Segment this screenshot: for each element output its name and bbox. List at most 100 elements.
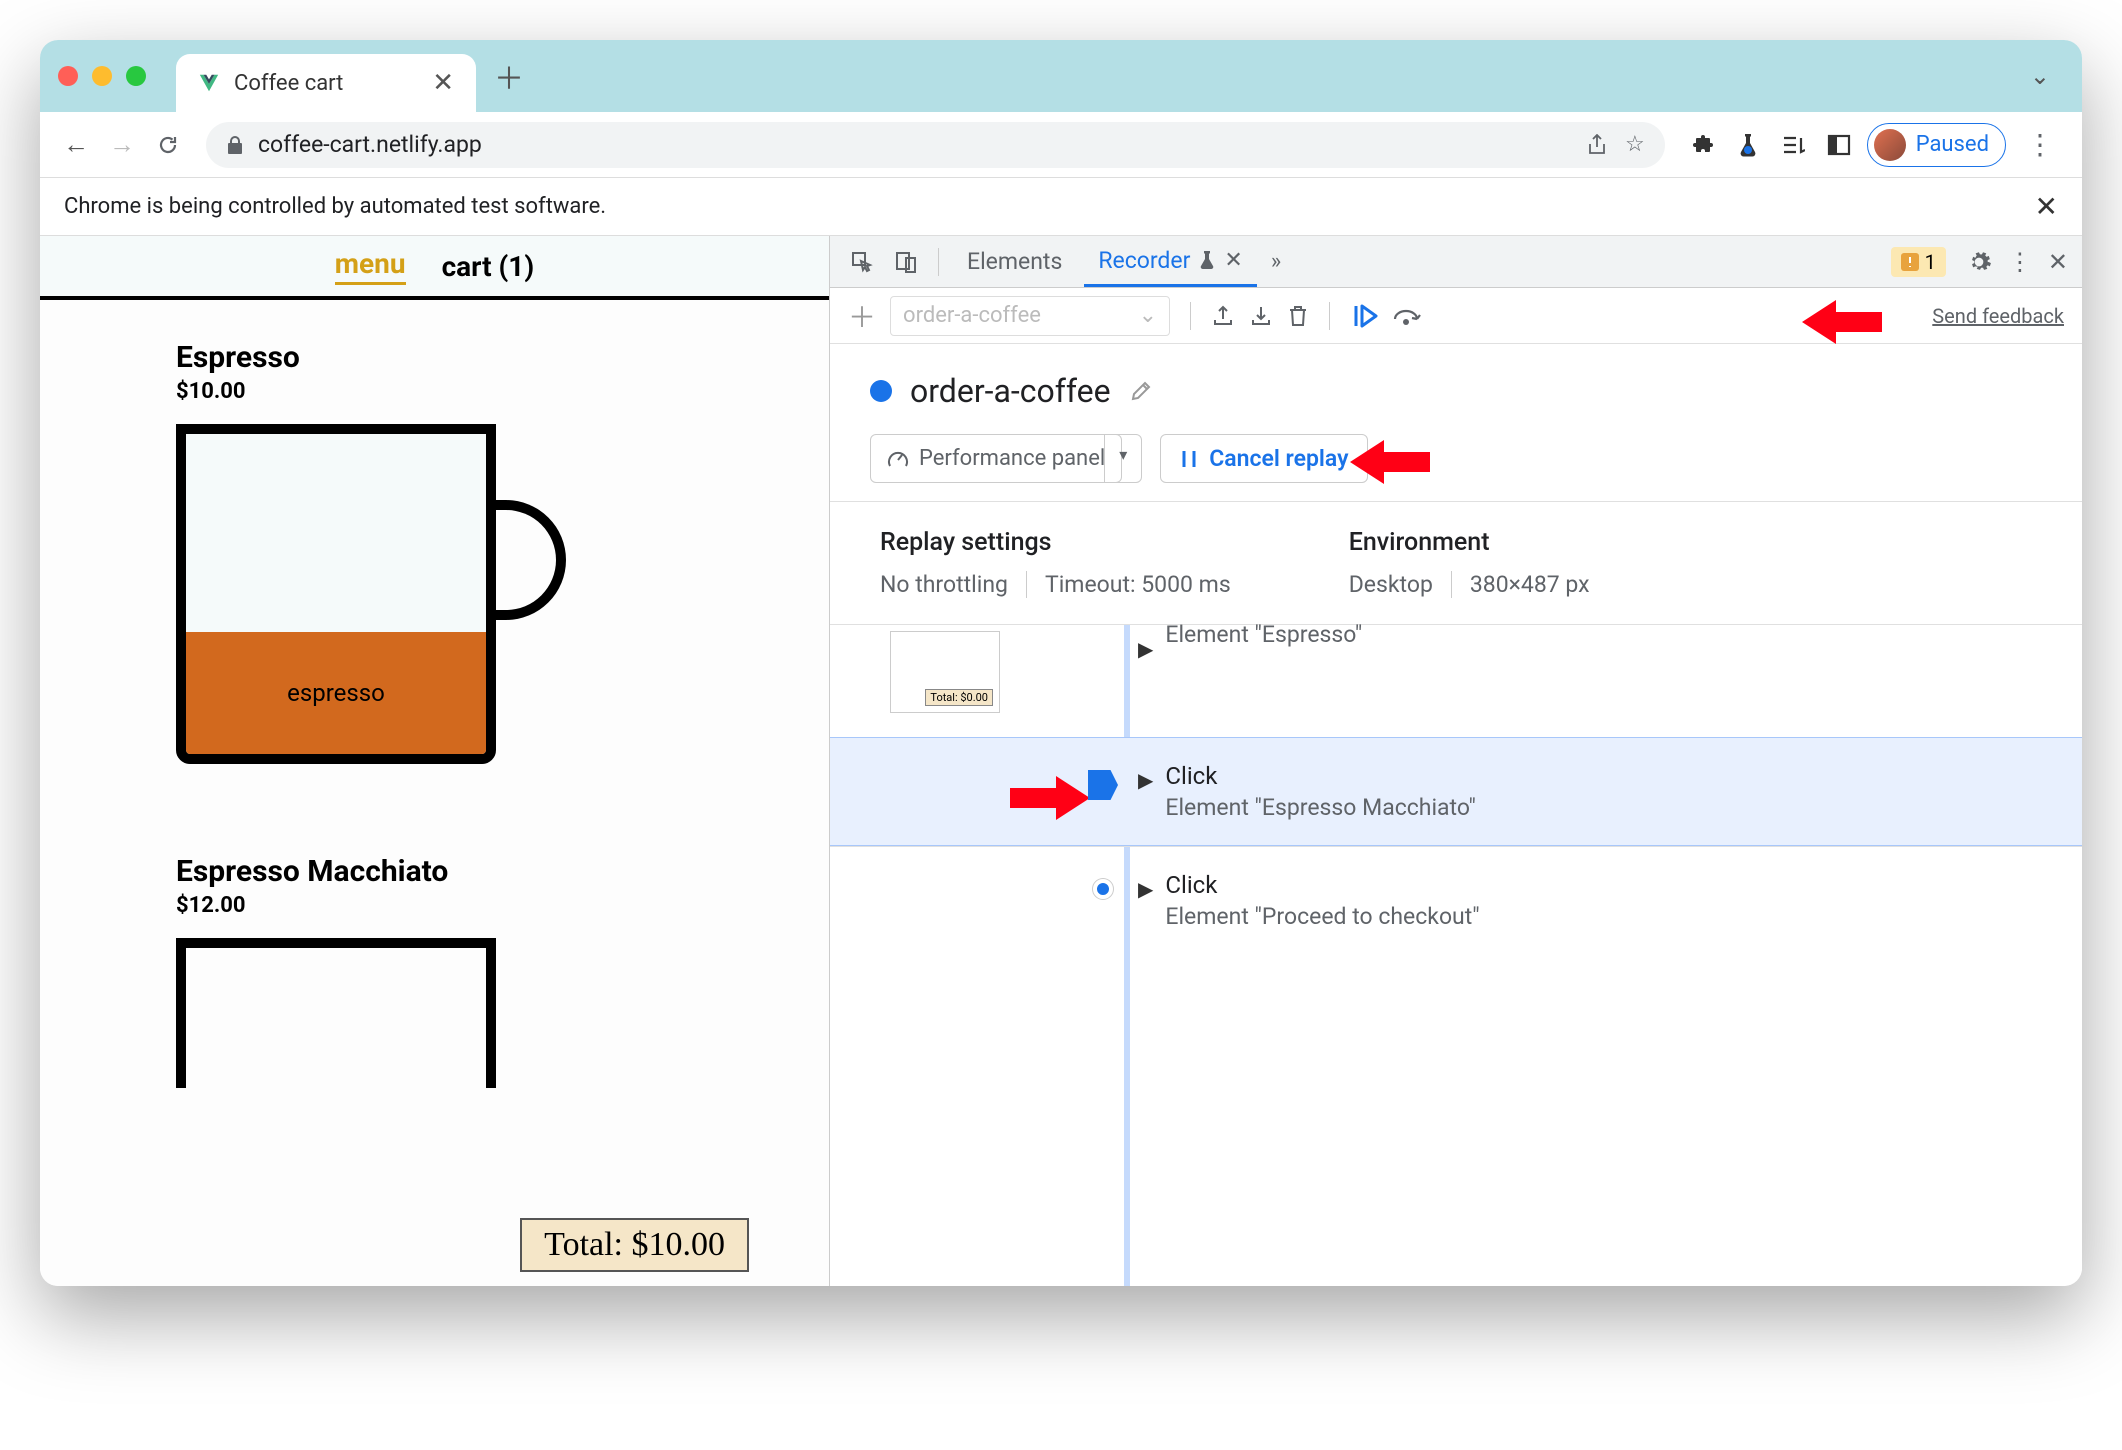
- gauge-icon: [887, 448, 909, 470]
- devtools-menu-icon[interactable]: ⋮: [2008, 248, 2032, 276]
- steps-list: Total: $0.00 ▶ Element "Espresso" ▶: [830, 624, 2082, 1286]
- forward-button[interactable]: →: [104, 127, 140, 163]
- cup-fill-label: espresso: [287, 679, 385, 707]
- annotation-arrow-icon: [1010, 770, 1090, 826]
- expand-icon[interactable]: ▶: [1138, 637, 1153, 661]
- settings-icon[interactable]: [1966, 249, 1992, 275]
- minimize-window-button[interactable]: [92, 66, 112, 86]
- tab-close-button[interactable]: ✕: [432, 68, 454, 98]
- reload-button[interactable]: [150, 127, 186, 163]
- maximize-window-button[interactable]: [126, 66, 146, 86]
- nav-link-menu[interactable]: menu: [335, 247, 406, 285]
- devtools-panel: Elements Recorder ✕ » 1 ⋮ ✕: [830, 236, 2082, 1286]
- coffee-cup[interactable]: espresso: [176, 424, 566, 794]
- viewport-value[interactable]: 380×487 px: [1470, 571, 1608, 598]
- extensions-icon[interactable]: [1685, 133, 1721, 157]
- item-price: $12.00: [176, 893, 829, 918]
- devtools-close-icon[interactable]: ✕: [2048, 248, 2068, 276]
- cancel-replay-button[interactable]: Cancel replay: [1160, 434, 1367, 483]
- inspect-icon[interactable]: [844, 250, 880, 274]
- tab-recorder[interactable]: Recorder ✕: [1084, 236, 1257, 287]
- step-title: Click: [1165, 762, 1475, 790]
- address-bar[interactable]: coffee-cart.netlify.app ☆: [206, 122, 1665, 168]
- annotation-arrow-icon: [1802, 294, 1882, 350]
- step-row[interactable]: ▶ Click Element "Proceed to checkout": [830, 846, 2082, 954]
- tab-title: Coffee cart: [234, 71, 343, 96]
- recording-status-dot: [870, 380, 892, 402]
- bookmark-icon[interactable]: ☆: [1625, 132, 1645, 157]
- tab-overflow-button[interactable]: ⌄: [2016, 62, 2064, 90]
- page-content: menu cart (1) Espresso $10.00 espresso E…: [40, 236, 830, 1286]
- step-row-current[interactable]: ▶ Click Element "Espresso Macchiato": [830, 737, 2082, 846]
- devtools-tabs: Elements Recorder ✕ » 1 ⋮ ✕: [830, 236, 2082, 288]
- expand-icon[interactable]: ▶: [1138, 877, 1153, 901]
- recording-select[interactable]: order-a-coffee ⌄: [890, 296, 1170, 336]
- profile-paused-chip[interactable]: Paused: [1867, 123, 2006, 167]
- thumb-total: Total: $0.00: [925, 689, 993, 706]
- browser-window: Coffee cart ✕ ＋ ⌄ ← → coffee-cart.netlif…: [40, 40, 2082, 1286]
- nav-link-cart[interactable]: cart (1): [442, 250, 535, 283]
- step-subtitle: Element "Espresso": [1165, 624, 1362, 648]
- titlebar: Coffee cart ✕ ＋ ⌄: [40, 40, 2082, 112]
- toolbar: ← → coffee-cart.netlify.app ☆: [40, 112, 2082, 178]
- settings-row: Replay settings No throttling Timeout: 5…: [830, 501, 2082, 624]
- automation-infobar: Chrome is being controlled by automated …: [40, 178, 2082, 236]
- throttling-value[interactable]: No throttling: [880, 571, 1027, 598]
- cup-fill: espresso: [186, 632, 486, 754]
- device-value[interactable]: Desktop: [1349, 571, 1452, 598]
- cup-handle: [494, 500, 566, 620]
- labs-icon[interactable]: [1731, 132, 1765, 158]
- side-panel-icon[interactable]: [1821, 134, 1857, 156]
- add-recording-button[interactable]: ＋: [848, 296, 876, 336]
- step-marker-dot: [1093, 879, 1113, 899]
- browser-menu-button[interactable]: ⋮: [2016, 128, 2064, 161]
- environment-title: Environment: [1349, 528, 1608, 557]
- cup-body: espresso: [176, 424, 496, 764]
- total-chip[interactable]: Total: $10.00: [520, 1218, 749, 1272]
- chevron-down-icon: ⌄: [1139, 303, 1157, 328]
- send-feedback-link[interactable]: Send feedback: [1932, 304, 2064, 328]
- import-icon[interactable]: [1249, 304, 1273, 328]
- reload-icon: [156, 133, 180, 157]
- back-button[interactable]: ←: [58, 127, 94, 163]
- share-icon[interactable]: [1587, 134, 1607, 156]
- issues-badge[interactable]: 1: [1891, 247, 1946, 277]
- pause-icon: [1179, 448, 1199, 470]
- coffee-cup[interactable]: [176, 938, 566, 1088]
- more-tabs-icon[interactable]: »: [1265, 249, 1287, 274]
- step-over-icon[interactable]: [1392, 305, 1422, 327]
- item-title: Espresso Macchiato: [176, 854, 829, 889]
- browser-tab[interactable]: Coffee cart ✕: [176, 54, 476, 112]
- replay-button[interactable]: [1350, 302, 1378, 330]
- close-window-button[interactable]: [58, 66, 78, 86]
- tab-elements[interactable]: Elements: [953, 236, 1076, 287]
- vue-icon: [198, 72, 220, 94]
- infobar-close-button[interactable]: ✕: [2035, 190, 2058, 223]
- device-mode-icon[interactable]: [888, 250, 924, 274]
- expand-icon[interactable]: ▶: [1138, 768, 1153, 792]
- content-split: menu cart (1) Espresso $10.00 espresso E…: [40, 236, 2082, 1286]
- item-title: Espresso: [176, 340, 829, 375]
- lock-icon: [226, 135, 244, 155]
- edit-name-icon[interactable]: [1129, 379, 1153, 403]
- export-icon[interactable]: [1211, 304, 1235, 328]
- menu-area: Espresso $10.00 espresso Espresso Macchi…: [40, 300, 829, 1088]
- timeout-value[interactable]: Timeout: 5000 ms: [1045, 571, 1249, 598]
- item-price: $10.00: [176, 379, 829, 404]
- step-title: Click: [1165, 871, 1479, 899]
- performance-dropdown-button[interactable]: ▾: [1104, 434, 1142, 483]
- url-text: coffee-cart.netlify.app: [258, 131, 1569, 158]
- page-nav: menu cart (1): [40, 236, 829, 300]
- traffic-lights: [58, 66, 146, 86]
- infobar-text: Chrome is being controlled by automated …: [64, 194, 606, 219]
- delete-icon[interactable]: [1287, 304, 1309, 328]
- new-tab-button[interactable]: ＋: [494, 54, 524, 98]
- annotation-arrow-icon: [1350, 434, 1430, 490]
- reading-list-icon[interactable]: [1775, 134, 1811, 156]
- paused-label: Paused: [1916, 132, 1989, 157]
- performance-panel-button[interactable]: Performance panel: [870, 434, 1122, 483]
- warning-icon: [1901, 253, 1919, 271]
- step-row[interactable]: Total: $0.00 ▶ Element "Espresso": [830, 624, 2082, 737]
- recording-header: order-a-coffee Performance panel ▾: [830, 344, 2082, 501]
- tab-close-icon[interactable]: ✕: [1224, 248, 1242, 273]
